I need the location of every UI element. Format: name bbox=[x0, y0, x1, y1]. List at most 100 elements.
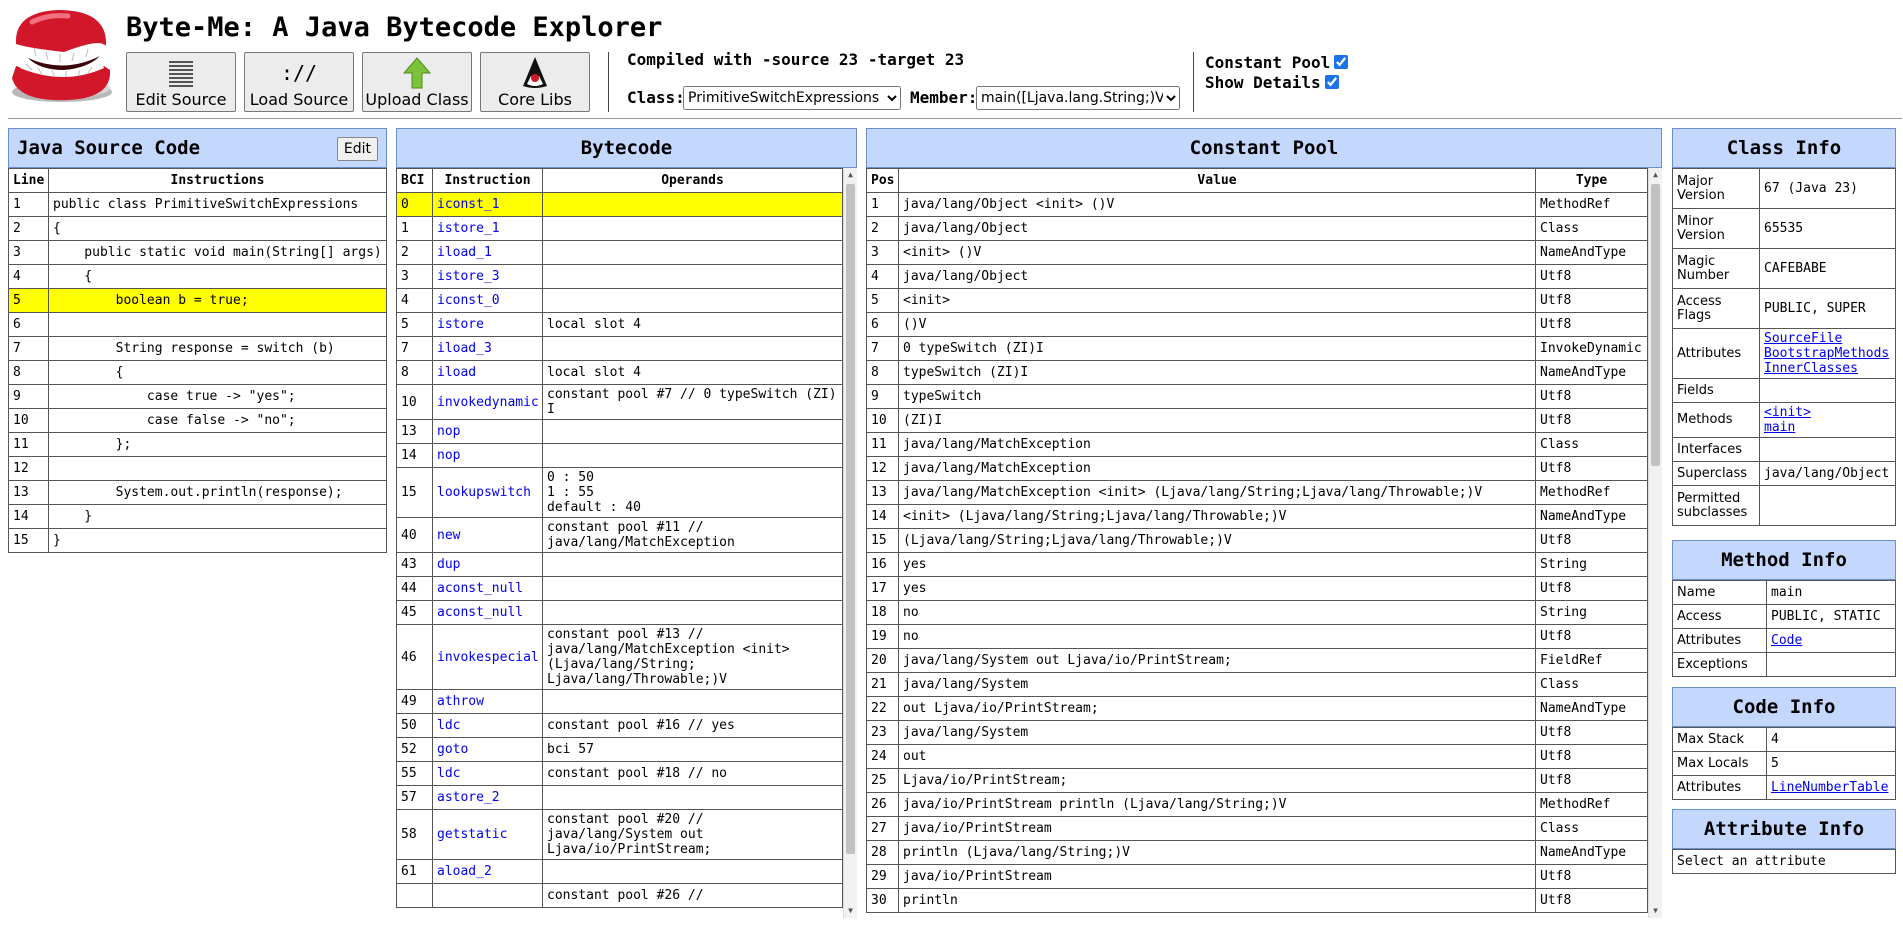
core-libs-button[interactable]: Core Libs bbox=[480, 52, 590, 112]
attribute-link-sourcefile[interactable]: SourceFile bbox=[1764, 331, 1891, 346]
bytecode-row[interactable]: 14 nop bbox=[396, 443, 843, 468]
bytecode-row[interactable]: 10 invokedynamic constant pool #7 // 0 typ… bbox=[396, 384, 843, 420]
bytecode-row[interactable]: 13 nop bbox=[396, 419, 843, 444]
constant-pool-row[interactable]: 15 (Ljava/lang/String;Ljava/lang/Throwabl… bbox=[866, 528, 1648, 553]
bytecode-instruction[interactable]: astore_2 bbox=[432, 785, 543, 810]
bytecode-instruction[interactable]: nop bbox=[432, 443, 543, 468]
bytecode-row[interactable]: 43 dup bbox=[396, 552, 843, 577]
source-row[interactable]: 13 System.out.println(response); bbox=[8, 480, 387, 505]
bytecode-row[interactable]: 45 aconst_null bbox=[396, 600, 843, 625]
bytecode-row[interactable]: 44 aconst_null bbox=[396, 576, 843, 601]
source-row[interactable]: 5 boolean b = true; bbox=[8, 288, 387, 313]
source-row[interactable]: 7 String response = switch (b) bbox=[8, 336, 387, 361]
bytecode-instruction[interactable]: athrow bbox=[432, 689, 543, 714]
method-link-main[interactable]: main bbox=[1764, 420, 1891, 435]
constant-pool-checkbox[interactable] bbox=[1334, 55, 1349, 69]
constant-pool-row[interactable]: 30 println Utf8 bbox=[866, 888, 1648, 913]
bytecode-instruction[interactable]: invokedynamic bbox=[432, 384, 543, 420]
constant-pool-row[interactable]: 17 yes Utf8 bbox=[866, 576, 1648, 601]
upload-class-button[interactable]: Upload Class bbox=[362, 52, 472, 112]
bytecode-instruction[interactable]: istore_3 bbox=[432, 264, 543, 289]
bytecode-instruction[interactable]: invokespecial bbox=[432, 624, 543, 690]
bytecode-scroll-area[interactable]: BCI Instruction Operands 0 iconst_1 1 istor… bbox=[396, 168, 857, 918]
bytecode-row[interactable]: 3 istore_3 bbox=[396, 264, 843, 289]
source-row[interactable]: 11 }; bbox=[8, 432, 387, 457]
scroll-down-icon[interactable]: ▼ bbox=[844, 904, 857, 918]
source-row[interactable]: 12 bbox=[8, 456, 387, 481]
bytecode-instruction[interactable]: ldc bbox=[432, 761, 543, 786]
constant-pool-row[interactable]: 5 <init> Utf8 bbox=[866, 288, 1648, 313]
bytecode-instruction[interactable]: istore_1 bbox=[432, 216, 543, 241]
attribute-link-linenumbertable[interactable]: LineNumberTable bbox=[1771, 780, 1891, 795]
bytecode-row[interactable]: 7 iload_3 bbox=[396, 336, 843, 361]
source-row[interactable]: 2{ bbox=[8, 216, 387, 241]
member-select[interactable]: main([Ljava.lang.String;)V bbox=[976, 86, 1180, 110]
bytecode-instruction[interactable]: iconst_1 bbox=[432, 192, 543, 217]
constant-pool-row[interactable]: 28 println (Ljava/lang/String;)V NameAndTy… bbox=[866, 840, 1648, 865]
constant-pool-row[interactable]: 1 java/lang/Object <init> ()V MethodRef bbox=[866, 192, 1648, 217]
constant-pool-scroll-thumb[interactable] bbox=[1651, 184, 1660, 466]
constant-pool-row[interactable]: 3 <init> ()V NameAndType bbox=[866, 240, 1648, 265]
source-row[interactable]: 15} bbox=[8, 528, 387, 553]
load-source-button[interactable]: :// Load Source bbox=[244, 52, 354, 112]
constant-pool-row[interactable]: 16 yes String bbox=[866, 552, 1648, 577]
source-row[interactable]: 4 { bbox=[8, 264, 387, 289]
bytecode-row[interactable]: 58 getstatic constant pool #20 // java/lan… bbox=[396, 809, 843, 860]
constant-pool-row[interactable]: 19 no Utf8 bbox=[866, 624, 1648, 649]
scroll-down-icon[interactable]: ▼ bbox=[1649, 904, 1662, 918]
source-row[interactable]: 1 public class PrimitiveSwitchExpressions bbox=[8, 192, 387, 217]
bytecode-instruction[interactable]: istore bbox=[432, 312, 543, 337]
constant-pool-toggle[interactable]: Constant Pool bbox=[1205, 53, 1349, 72]
bytecode-row[interactable]: 55 ldc constant pool #18 // no bbox=[396, 761, 843, 786]
show-details-toggle[interactable]: Show Details bbox=[1205, 73, 1339, 92]
constant-pool-row[interactable]: 2 java/lang/Object Class bbox=[866, 216, 1648, 241]
bytecode-scroll-thumb[interactable] bbox=[846, 184, 855, 854]
constant-pool-row[interactable]: 8 typeSwitch (ZI)I NameAndType bbox=[866, 360, 1648, 385]
bytecode-instruction[interactable]: nop bbox=[432, 419, 543, 444]
constant-pool-row[interactable]: 6 ()V Utf8 bbox=[866, 312, 1648, 337]
bytecode-row[interactable]: 2 iload_1 bbox=[396, 240, 843, 265]
constant-pool-row[interactable]: 24 out Utf8 bbox=[866, 744, 1648, 769]
source-row[interactable]: 10 case false -> "no"; bbox=[8, 408, 387, 433]
bytecode-instruction[interactable]: getstatic bbox=[432, 809, 543, 860]
constant-pool-row[interactable]: 18 no String bbox=[866, 600, 1648, 625]
scroll-up-icon[interactable]: ▲ bbox=[1649, 168, 1662, 182]
bytecode-row[interactable]: 49 athrow bbox=[396, 689, 843, 714]
bytecode-row[interactable]: 5 istore local slot 4 bbox=[396, 312, 843, 337]
attribute-link-bootstrapmethods[interactable]: BootstrapMethods bbox=[1764, 346, 1891, 361]
constant-pool-row[interactable]: 14 <init> (Ljava/lang/String;Ljava/lang/T… bbox=[866, 504, 1648, 529]
constant-pool-row[interactable]: 70 typeSwitch (ZI)I InvokeDynamic bbox=[866, 336, 1648, 361]
bytecode-scrollbar[interactable]: ▲ ▼ bbox=[843, 168, 857, 918]
source-row[interactable]: 9 case true -> "yes"; bbox=[8, 384, 387, 409]
bytecode-instruction[interactable]: iload bbox=[432, 360, 543, 385]
source-row[interactable]: 6 bbox=[8, 312, 387, 337]
bytecode-instruction[interactable] bbox=[432, 883, 543, 908]
bytecode-row[interactable]: 46 invokespecial constant pool #13 // java… bbox=[396, 624, 843, 690]
constant-pool-row[interactable]: 22 out Ljava/io/PrintStream; NameAndType bbox=[866, 696, 1648, 721]
bytecode-instruction[interactable]: aload_2 bbox=[432, 859, 543, 884]
scroll-up-icon[interactable]: ▲ bbox=[844, 168, 857, 182]
constant-pool-scrollbar[interactable]: ▲ ▼ bbox=[1648, 168, 1662, 918]
constant-pool-row[interactable]: 26 java/io/PrintStream println (Ljava/lan… bbox=[866, 792, 1648, 817]
class-select[interactable]: PrimitiveSwitchExpressions bbox=[683, 86, 901, 110]
constant-pool-row[interactable]: 29 java/io/PrintStream Utf8 bbox=[866, 864, 1648, 889]
bytecode-row[interactable]: 52 goto bci 57 bbox=[396, 737, 843, 762]
bytecode-instruction[interactable]: aconst_null bbox=[432, 576, 543, 601]
constant-pool-row[interactable]: 4 java/lang/Object Utf8 bbox=[866, 264, 1648, 289]
bytecode-row[interactable]: 61 aload_2 bbox=[396, 859, 843, 884]
constant-pool-row[interactable]: 20 java/lang/System out Ljava/io/PrintStr… bbox=[866, 648, 1648, 673]
source-row[interactable]: 3 public static void main(String[] args) bbox=[8, 240, 387, 265]
show-details-checkbox[interactable] bbox=[1324, 75, 1339, 89]
bytecode-row[interactable]: 0 iconst_1 bbox=[396, 192, 843, 217]
edit-button[interactable]: Edit bbox=[336, 137, 378, 161]
bytecode-row[interactable]: 57 astore_2 bbox=[396, 785, 843, 810]
bytecode-instruction[interactable]: dup bbox=[432, 552, 543, 577]
attribute-link-innerclasses[interactable]: InnerClasses bbox=[1764, 361, 1891, 376]
constant-pool-row[interactable]: 25 Ljava/io/PrintStream; Utf8 bbox=[866, 768, 1648, 793]
source-row[interactable]: 8 { bbox=[8, 360, 387, 385]
constant-pool-row[interactable]: 9 typeSwitch Utf8 bbox=[866, 384, 1648, 409]
bytecode-instruction[interactable]: aconst_null bbox=[432, 600, 543, 625]
bytecode-row[interactable]: 1 istore_1 bbox=[396, 216, 843, 241]
bytecode-row[interactable]: 40 new constant pool #11 // java/lang/Matc… bbox=[396, 517, 843, 553]
constant-pool-row[interactable]: 12 java/lang/MatchException Utf8 bbox=[866, 456, 1648, 481]
